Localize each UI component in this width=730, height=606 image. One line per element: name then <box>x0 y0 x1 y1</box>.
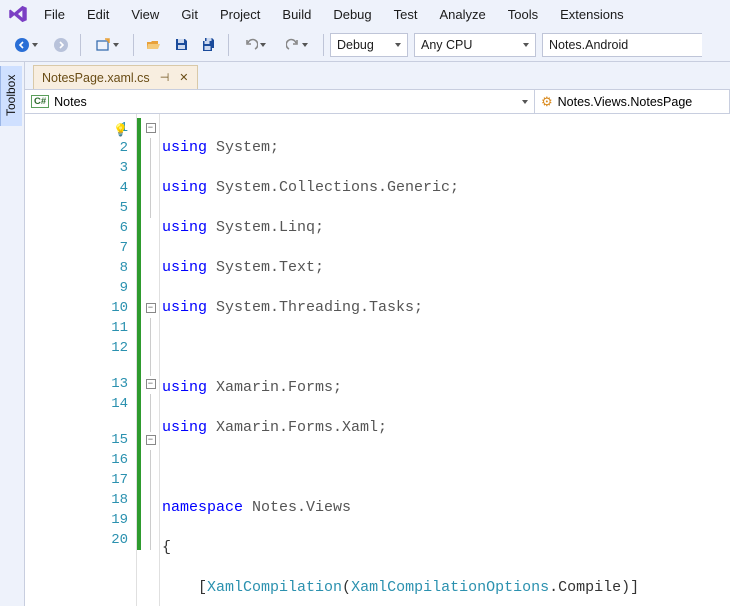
config-dropdown[interactable]: Debug <box>330 33 408 57</box>
pin-icon[interactable]: ⊣ <box>160 71 170 84</box>
menu-git[interactable]: Git <box>171 4 208 25</box>
fold-toggle[interactable]: − <box>146 379 156 389</box>
toolbar: Debug Any CPU Notes.Android <box>0 28 730 62</box>
menu-tools[interactable]: Tools <box>498 4 548 25</box>
class-icon: ⚙ <box>541 94 553 110</box>
startup-dropdown[interactable]: Notes.Android <box>542 33 702 57</box>
document-tab-row: NotesPage.xaml.cs ⊣ ✕ <box>25 62 730 90</box>
config-value: Debug <box>337 38 374 52</box>
menu-bar: File Edit View Git Project Build Debug T… <box>0 0 730 28</box>
fold-toggle[interactable]: − <box>146 123 156 133</box>
editor: NotesPage.xaml.cs ⊣ ✕ C# Notes ⚙ Notes.V… <box>24 62 730 606</box>
fold-margin: − − − − <box>142 114 160 606</box>
startup-value: Notes.Android <box>549 38 628 52</box>
redo-button[interactable] <box>277 32 317 58</box>
line-number-gutter: 1💡 2 3 4 5 6 7 8 9 10 11 12 13 14 15 16 … <box>25 114 137 606</box>
open-file-button[interactable] <box>140 32 166 58</box>
menu-view[interactable]: View <box>121 4 169 25</box>
new-project-button[interactable] <box>87 32 127 58</box>
fold-toggle[interactable]: − <box>146 303 156 313</box>
nav-forward-button[interactable] <box>48 32 74 58</box>
fold-toggle[interactable]: − <box>146 435 156 445</box>
nav-project-dropdown[interactable]: C# Notes <box>25 90 535 113</box>
toolbox-tab[interactable]: Toolbox <box>0 66 22 126</box>
menu-project[interactable]: Project <box>210 4 270 25</box>
code-text[interactable]: using System; using System.Collections.G… <box>160 114 730 606</box>
editor-nav-bar: C# Notes ⚙ Notes.Views.NotesPage <box>25 90 730 114</box>
close-icon[interactable]: ✕ <box>179 71 188 84</box>
menu-extensions[interactable]: Extensions <box>550 4 634 25</box>
work-area: Toolbox NotesPage.xaml.cs ⊣ ✕ C# Notes ⚙… <box>0 62 730 606</box>
platform-dropdown[interactable]: Any CPU <box>414 33 536 57</box>
save-button[interactable] <box>168 32 194 58</box>
menu-test[interactable]: Test <box>384 4 428 25</box>
nav-project-label: Notes <box>54 95 87 109</box>
platform-value: Any CPU <box>421 38 472 52</box>
document-tab-title: NotesPage.xaml.cs <box>42 71 150 85</box>
csharp-badge-icon: C# <box>31 95 49 108</box>
nav-type-dropdown[interactable]: ⚙ Notes.Views.NotesPage <box>535 90 730 113</box>
menu-edit[interactable]: Edit <box>77 4 119 25</box>
save-all-button[interactable] <box>196 32 222 58</box>
vs-logo-icon <box>4 0 32 28</box>
menu-file[interactable]: File <box>34 4 75 25</box>
menu-debug[interactable]: Debug <box>323 4 381 25</box>
nav-type-label: Notes.Views.NotesPage <box>558 95 693 109</box>
menu-build[interactable]: Build <box>272 4 321 25</box>
sidebar: Toolbox <box>0 62 24 606</box>
nav-back-button[interactable] <box>6 32 46 58</box>
undo-button[interactable] <box>235 32 275 58</box>
document-tab[interactable]: NotesPage.xaml.cs ⊣ ✕ <box>33 65 198 89</box>
code-editor[interactable]: 1💡 2 3 4 5 6 7 8 9 10 11 12 13 14 15 16 … <box>25 114 730 606</box>
menu-analyze[interactable]: Analyze <box>429 4 495 25</box>
